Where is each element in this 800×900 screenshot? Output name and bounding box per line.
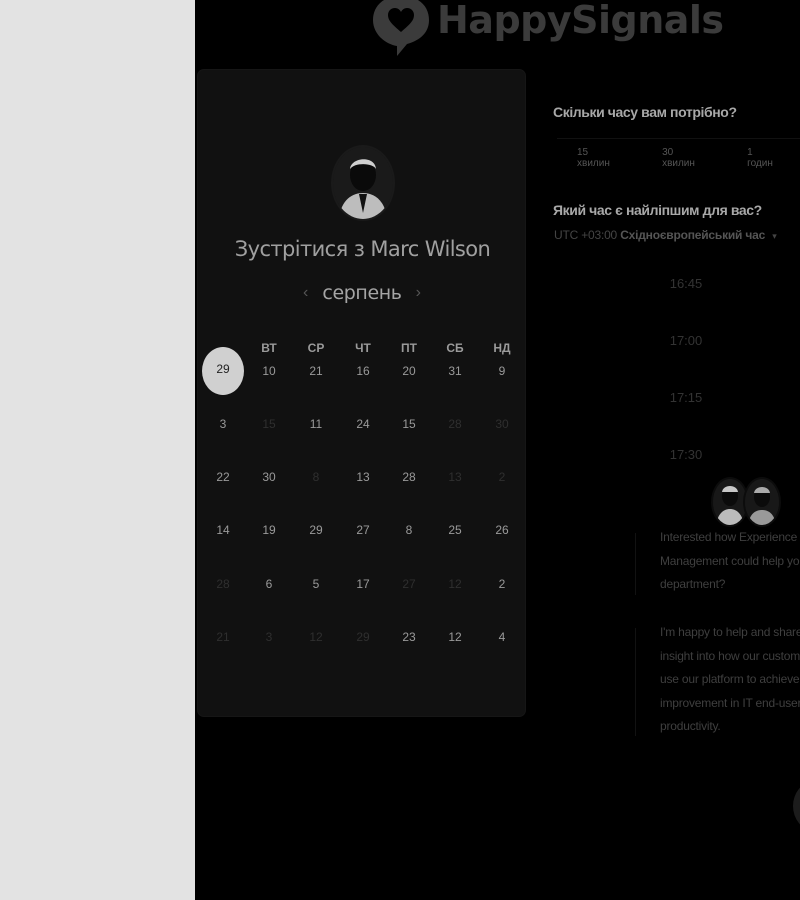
calendar-day[interactable]: 2 bbox=[479, 577, 525, 591]
calendar-day: 8 bbox=[312, 470, 320, 484]
duration-options: 15 хвилин 30 хвилин 1 годин bbox=[557, 138, 800, 169]
month-label: серпень bbox=[322, 282, 402, 304]
weekday-header: СР bbox=[307, 341, 325, 355]
calendar-day[interactable]: 31 bbox=[432, 364, 478, 378]
calendar-day[interactable]: 13 bbox=[340, 470, 386, 484]
weekday-header: ВТ bbox=[261, 341, 277, 355]
calendar-day[interactable]: 30 bbox=[246, 470, 292, 484]
timezone-name: Східноєвропейський час bbox=[620, 228, 766, 242]
host-avatar bbox=[331, 145, 395, 221]
next-month-icon[interactable]: › bbox=[416, 284, 421, 302]
agent-avatar bbox=[743, 477, 781, 527]
time-slot[interactable]: 17:00 bbox=[663, 333, 709, 348]
calendar-day: 28 bbox=[216, 577, 230, 591]
calendar-day[interactable]: 24 bbox=[340, 417, 386, 431]
calendar-day: 12 bbox=[448, 577, 462, 591]
calendar-day: 15 bbox=[262, 417, 276, 431]
calendar-day: 28 bbox=[448, 417, 462, 431]
time-question: Який час є найліпшим для вас? bbox=[553, 202, 762, 218]
weekday-header: ЧТ bbox=[355, 341, 371, 355]
month-navigation: ‹ серпень › bbox=[303, 282, 421, 304]
time-slot[interactable]: 17:30 bbox=[663, 447, 709, 462]
calendar-day[interactable]: 11 bbox=[293, 417, 339, 431]
chat-bubble-edge bbox=[635, 533, 644, 595]
calendar-day[interactable]: 23 bbox=[386, 630, 432, 644]
calendar-day: 27 bbox=[402, 577, 416, 591]
selected-day-label[interactable]: 29 bbox=[202, 362, 244, 376]
calendar-day[interactable]: 10 bbox=[246, 364, 292, 378]
calendar-day[interactable]: 8 bbox=[386, 523, 432, 537]
duration-question: Скільки часу вам потрібно? bbox=[553, 104, 737, 120]
heart-speech-icon bbox=[371, 0, 431, 58]
calendar-day[interactable]: 17 bbox=[340, 577, 386, 591]
chevron-down-icon: ▾ bbox=[772, 231, 777, 241]
calendar-day[interactable]: 5 bbox=[293, 577, 339, 591]
calendar-day[interactable]: 12 bbox=[432, 630, 478, 644]
calendar-day: 2 bbox=[498, 470, 506, 484]
chat-avatars bbox=[711, 477, 781, 527]
timezone-offset: UTC +03:00 bbox=[554, 228, 618, 242]
calendar-day: 3 bbox=[265, 630, 273, 644]
time-slot[interactable]: 17:15 bbox=[663, 390, 709, 405]
duration-option-15[interactable]: 15 хвилин bbox=[557, 139, 642, 169]
weekday-header: ПТ bbox=[401, 341, 417, 355]
calendar-day: 30 bbox=[495, 417, 509, 431]
duration-option-60[interactable]: 1 годин bbox=[727, 139, 800, 169]
duration-option-30[interactable]: 30 хвилин bbox=[642, 139, 727, 169]
brand-name: HappySignals bbox=[437, 0, 724, 42]
calendar-day[interactable]: 16 bbox=[340, 364, 386, 378]
chat-launcher-button[interactable] bbox=[793, 782, 800, 830]
chat-bubble-edge bbox=[635, 628, 644, 736]
calendar-day[interactable]: 28 bbox=[386, 470, 432, 484]
calendar-day[interactable]: 27 bbox=[340, 523, 386, 537]
calendar-day[interactable]: 4 bbox=[479, 630, 525, 644]
booking-app: HappySignals Зустрітися з Marc Wilson ‹ … bbox=[195, 0, 800, 900]
calendar-day[interactable]: 19 bbox=[246, 523, 292, 537]
calendar-day: 13 bbox=[448, 470, 462, 484]
calendar-day[interactable]: 6 bbox=[246, 577, 292, 591]
calendar-day: 12 bbox=[309, 630, 323, 644]
calendar-day[interactable]: 22 bbox=[200, 470, 246, 484]
weekday-header: НД bbox=[493, 341, 511, 355]
calendar-day[interactable]: 21 bbox=[293, 364, 339, 378]
timezone-selector[interactable]: UTC +03:00 Східноєвропейський час ▾ bbox=[554, 228, 777, 242]
meeting-title: Зустрітися з Marc Wilson bbox=[234, 237, 491, 261]
prev-month-icon[interactable]: ‹ bbox=[303, 284, 308, 302]
calendar-day[interactable]: 25 bbox=[432, 523, 478, 537]
calendar-day[interactable]: 29 bbox=[293, 523, 339, 537]
calendar-day: 21 bbox=[216, 630, 230, 644]
calendar-day[interactable]: 15 bbox=[386, 417, 432, 431]
calendar-day[interactable]: 14 bbox=[200, 523, 246, 537]
weekday-header: СБ bbox=[446, 341, 464, 355]
calendar-day[interactable]: 26 bbox=[479, 523, 525, 537]
calendar-day[interactable]: 3 bbox=[200, 417, 246, 431]
calendar-day[interactable]: 20 bbox=[386, 364, 432, 378]
calendar-day[interactable]: 9 bbox=[479, 364, 525, 378]
chat-message: Interested how Experience Management cou… bbox=[660, 530, 800, 592]
chat-message: I'm happy to help and share insight into… bbox=[660, 625, 800, 734]
left-blank-pane bbox=[0, 0, 195, 900]
time-slot[interactable]: 16:45 bbox=[663, 276, 709, 291]
calendar-day: 29 bbox=[356, 630, 370, 644]
brand-logo: HappySignals bbox=[371, 0, 724, 58]
